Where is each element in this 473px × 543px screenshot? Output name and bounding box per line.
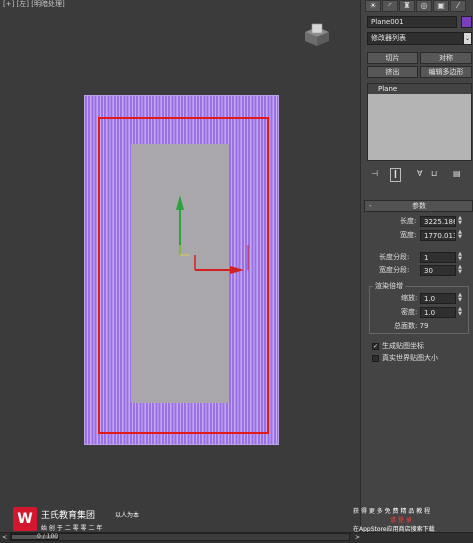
stack-item-plane[interactable]: Plane — [368, 84, 471, 94]
width-input[interactable]: 1770.013 — [420, 230, 456, 241]
width-segs-input[interactable]: 30 — [420, 265, 456, 276]
time-next-arrow[interactable]: > — [355, 533, 360, 542]
chevron-down-icon[interactable]: ⌄ — [463, 32, 472, 45]
curve-icon: ◜ — [388, 1, 392, 10]
scale-spinner[interactable]: ▲ ▼ — [457, 293, 463, 303]
length-segs-spinner[interactable]: ▲ ▼ — [457, 252, 463, 262]
create-tab[interactable]: ☀ — [365, 0, 381, 12]
width-segs-spinner[interactable]: ▲ ▼ — [457, 265, 463, 275]
display-tab[interactable]: ▣ — [433, 0, 449, 12]
move-gizmo[interactable] — [170, 190, 260, 280]
rollout-toggle[interactable]: - — [369, 201, 372, 211]
length-segs-input[interactable]: 1 — [420, 252, 456, 263]
scale-label: 缩放: — [401, 294, 418, 302]
hierarchy-icon: ♜ — [403, 1, 411, 10]
brand-name: 王氏教育集团 — [41, 511, 96, 521]
frame-counter: 0 / 100 — [37, 533, 59, 540]
time-slider[interactable]: 0 / 100 — [10, 533, 350, 541]
stack-toolbar: ⊣ ❙ ∀ ⊔ ▤ — [361, 168, 473, 182]
length-spinner[interactable]: ▲ ▼ — [457, 216, 463, 226]
symmetry-button[interactable]: 对称 — [420, 52, 472, 64]
utilities-icon: ⁄ — [457, 1, 459, 10]
brand-founded: 始 创 于 二 零 零 二 年 — [41, 525, 103, 532]
density-input[interactable]: 1.0 — [420, 307, 456, 318]
params-rollout-header[interactable]: - 参数 — [364, 200, 473, 212]
command-panel: ☀ ◜ ♜ ◎ ▣ ⁄ Plane001 修改器列表 ⌄ 切片 对称 挤出 编辑… — [360, 0, 473, 532]
modifier-stack: Plane — [367, 83, 472, 161]
sun-icon: ☀ — [369, 1, 377, 10]
promo-line-1: 获 得 更 多 免 费 精 品 教 程 — [353, 508, 431, 515]
width-label: 宽度: — [400, 231, 417, 239]
width-segs-label: 宽度分段: — [379, 266, 410, 274]
extrude-button[interactable]: 挤出 — [367, 66, 418, 78]
time-prev-arrow[interactable]: < — [2, 533, 7, 542]
total-faces: 总面数: 79 — [394, 322, 429, 330]
promo-line-2: 请 登 录 — [390, 517, 412, 524]
width-spinner[interactable]: ▲ ▼ — [457, 230, 463, 240]
viewport-left[interactable]: [+] [左] [明暗处理] — [0, 0, 360, 532]
configure-sets-icon[interactable]: ▤ — [453, 169, 461, 179]
motion-icon: ◎ — [420, 1, 428, 10]
object-color-swatch[interactable] — [461, 16, 472, 28]
gen-map-coords-checkbox[interactable]: ✓ — [372, 343, 379, 350]
gen-map-coords-label: 生成贴图坐标 — [382, 342, 424, 350]
density-spinner[interactable]: ▲ ▼ — [457, 307, 463, 317]
viewcube-icon[interactable] — [297, 18, 337, 48]
slice-button[interactable]: 切片 — [367, 52, 418, 64]
hierarchy-tab[interactable]: ♜ — [399, 0, 415, 12]
pin-stack-icon[interactable]: ⊣ — [371, 169, 378, 179]
remove-modifier-icon[interactable]: ⊔ — [431, 169, 437, 179]
length-segs-label: 长度分段: — [379, 253, 410, 261]
make-unique-icon[interactable]: ∀ — [417, 169, 422, 179]
real-world-map-checkbox[interactable] — [372, 355, 379, 362]
edit-poly-button[interactable]: 编辑多边形 — [420, 66, 472, 78]
brand-logo: W — [13, 507, 37, 531]
brand-slogan: 以人为本 — [115, 512, 140, 519]
utilities-tab[interactable]: ⁄ — [450, 0, 466, 12]
modifier-list-dropdown[interactable]: 修改器列表 — [367, 32, 464, 45]
object-name-field[interactable]: Plane001 — [367, 16, 457, 28]
show-end-result-icon[interactable]: ❙ — [390, 168, 401, 182]
render-group-title: 渲染倍增 — [373, 281, 405, 291]
display-icon: ▣ — [437, 1, 445, 10]
scale-input[interactable]: 1.0 — [420, 293, 456, 304]
density-label: 密度: — [401, 308, 418, 316]
length-label: 长度: — [400, 217, 417, 225]
rollout-title: 参数 — [412, 202, 426, 210]
modify-tab[interactable]: ◜ — [382, 0, 398, 12]
length-input[interactable]: 3225.186 — [420, 216, 456, 227]
viewport-label[interactable]: [+] [左] [明暗处理] — [3, 0, 65, 9]
real-world-map-label: 真实世界贴图大小 — [382, 354, 438, 362]
motion-tab[interactable]: ◎ — [416, 0, 432, 12]
